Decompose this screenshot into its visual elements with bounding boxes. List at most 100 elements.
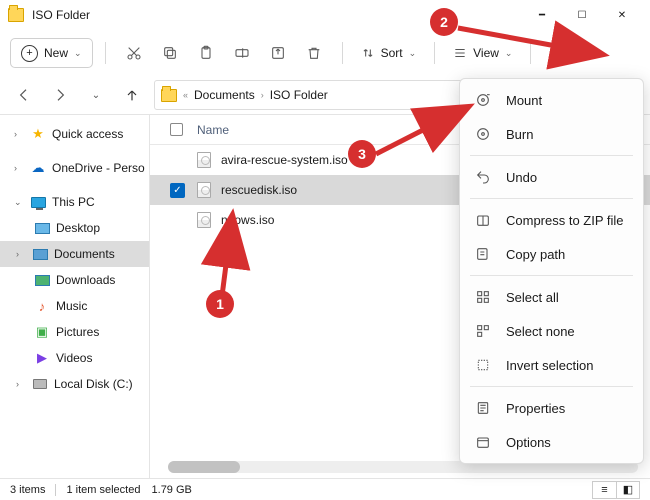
- breadcrumb-documents[interactable]: Documents: [194, 88, 255, 102]
- menu-invert-selection[interactable]: Invert selection: [460, 348, 643, 382]
- sort-button[interactable]: Sort ⌄: [355, 42, 423, 64]
- plus-icon: +: [21, 45, 38, 62]
- zip-icon: [474, 212, 492, 228]
- menu-label: Select all: [506, 290, 559, 305]
- sidebar-item-desktop[interactable]: Desktop: [0, 215, 149, 241]
- sidebar-item-pictures[interactable]: ▣ Pictures: [0, 319, 149, 345]
- sort-label: Sort: [381, 46, 403, 60]
- invert-selection-icon: [474, 357, 492, 373]
- sidebar-item-music[interactable]: ♪ Music: [0, 293, 149, 319]
- menu-properties[interactable]: Properties: [460, 391, 643, 425]
- select-none-icon: [474, 323, 492, 339]
- folder-icon: [161, 89, 177, 102]
- desktop-icon: [34, 221, 50, 235]
- checkbox-checked-icon[interactable]: ✓: [170, 183, 185, 198]
- menu-label: Burn: [506, 127, 533, 142]
- videos-icon: ▶: [34, 351, 50, 365]
- view-toggle: ≡ ◧: [592, 481, 640, 499]
- up-button[interactable]: [118, 81, 146, 109]
- sidebar-label: Quick access: [52, 127, 123, 141]
- star-icon: ★: [30, 127, 46, 141]
- sidebar-item-local-disk[interactable]: ›Local Disk (C:): [0, 371, 149, 397]
- separator: [530, 42, 531, 64]
- music-icon: ♪: [34, 299, 50, 313]
- iso-file-icon: [197, 212, 211, 228]
- close-button[interactable]: ✕: [602, 1, 642, 29]
- menu-select-all[interactable]: Select all: [460, 280, 643, 314]
- column-name[interactable]: Name: [197, 123, 229, 137]
- new-button[interactable]: + New ⌄: [10, 38, 93, 68]
- sidebar-label: Local Disk (C:): [54, 377, 133, 391]
- details-view-button[interactable]: ≡: [592, 481, 616, 499]
- sidebar-item-downloads[interactable]: Downloads: [0, 267, 149, 293]
- more-button[interactable]: ···: [543, 41, 572, 65]
- back-button[interactable]: [10, 81, 38, 109]
- menu-mount[interactable]: Mount: [460, 83, 643, 117]
- sidebar-label: Desktop: [56, 221, 100, 235]
- iso-file-icon: [197, 182, 211, 198]
- separator: [434, 42, 435, 64]
- minimize-button[interactable]: ━: [522, 1, 562, 29]
- disk-icon: [32, 377, 48, 391]
- cut-button[interactable]: [118, 37, 150, 69]
- menu-copy-path[interactable]: Copy path: [460, 237, 643, 271]
- icons-view-button[interactable]: ◧: [616, 481, 640, 499]
- monitor-icon: [30, 195, 46, 209]
- chevron-right-icon: ›: [261, 90, 264, 100]
- pictures-icon: ▣: [34, 325, 50, 339]
- context-menu: Mount Burn Undo Compress to ZIP file Cop…: [459, 78, 644, 464]
- menu-label: Invert selection: [506, 358, 593, 373]
- properties-icon: [474, 400, 492, 416]
- menu-select-none[interactable]: Select none: [460, 314, 643, 348]
- chevron-down-icon: ⌄: [74, 48, 82, 59]
- breadcrumb-folder[interactable]: ISO Folder: [270, 88, 328, 102]
- menu-burn[interactable]: Burn: [460, 117, 643, 151]
- maximize-button[interactable]: ☐: [562, 1, 602, 29]
- chevron-down-icon: ⌄: [409, 48, 417, 59]
- sidebar-item-documents[interactable]: ›Documents: [0, 241, 149, 267]
- menu-label: Copy path: [506, 247, 565, 262]
- copy-button[interactable]: [154, 37, 186, 69]
- sidebar-item-this-pc[interactable]: ⌄This PC: [0, 189, 149, 215]
- mount-icon: [474, 92, 492, 108]
- status-selected: 1 item selected: [66, 484, 140, 496]
- sidebar: ›★Quick access ›☁OneDrive - Perso ⌄This …: [0, 115, 150, 478]
- separator: [105, 42, 106, 64]
- separator: [342, 42, 343, 64]
- menu-label: Options: [506, 435, 551, 450]
- new-label: New: [44, 46, 68, 60]
- burn-icon: [474, 126, 492, 142]
- select-all-checkbox[interactable]: [170, 123, 183, 136]
- menu-undo[interactable]: Undo: [460, 160, 643, 194]
- title-bar: ISO Folder ━ ☐ ✕: [0, 0, 650, 30]
- rename-button[interactable]: [226, 37, 258, 69]
- menu-separator: [470, 155, 633, 156]
- sidebar-item-onedrive[interactable]: ›☁OneDrive - Perso: [0, 155, 149, 181]
- delete-button[interactable]: [298, 37, 330, 69]
- menu-separator: [470, 198, 633, 199]
- select-all-icon: [474, 289, 492, 305]
- menu-label: Properties: [506, 401, 565, 416]
- forward-button[interactable]: [46, 81, 74, 109]
- paste-button[interactable]: [190, 37, 222, 69]
- documents-icon: [32, 247, 48, 261]
- sidebar-item-quick-access[interactable]: ›★Quick access: [0, 121, 149, 147]
- sidebar-item-videos[interactable]: ▶Videos: [0, 345, 149, 371]
- recent-button[interactable]: ⌄: [82, 81, 110, 109]
- menu-compress[interactable]: Compress to ZIP file: [460, 203, 643, 237]
- status-bar: 3 items 1 item selected 1.79 GB ≡ ◧: [0, 478, 650, 500]
- view-button[interactable]: View ⌄: [447, 42, 518, 64]
- status-size: 1.79 GB: [152, 484, 192, 496]
- undo-icon: [474, 169, 492, 185]
- menu-label: Select none: [506, 324, 575, 339]
- sidebar-label: Documents: [54, 247, 115, 261]
- menu-options[interactable]: Options: [460, 425, 643, 459]
- view-label: View: [473, 46, 499, 60]
- share-button[interactable]: [262, 37, 294, 69]
- window-title: ISO Folder: [32, 8, 90, 22]
- file-name: rescuedisk.iso: [221, 183, 297, 197]
- sidebar-label: Music: [56, 299, 87, 313]
- chevron-down-icon: ⌄: [505, 48, 513, 59]
- menu-label: Compress to ZIP file: [506, 213, 624, 228]
- sidebar-label: Pictures: [56, 325, 99, 339]
